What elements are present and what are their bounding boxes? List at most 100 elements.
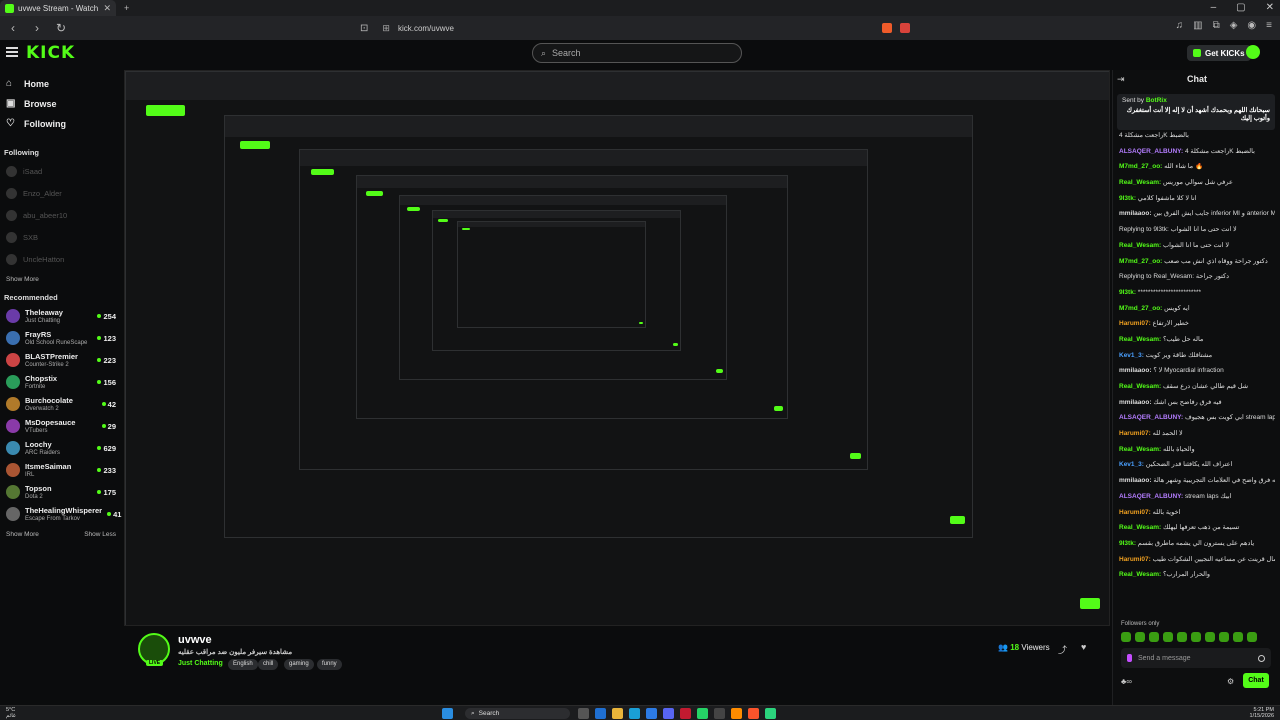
chat-send-button[interactable]: Chat bbox=[1243, 673, 1269, 688]
chat-username[interactable]: Harumi07: bbox=[1119, 320, 1151, 327]
chat-username[interactable]: Harumi07: bbox=[1119, 509, 1151, 516]
emote-icon[interactable] bbox=[1233, 632, 1243, 642]
chat-username[interactable]: mmilaaoo: bbox=[1119, 477, 1152, 484]
chat-message[interactable]: Harumi07: أسأل قرينت عن مساعيه النجيين ا… bbox=[1119, 556, 1275, 564]
close-window-icon[interactable]: ✕ bbox=[1266, 0, 1274, 16]
chat-username[interactable]: ALSAQER_ALBUNY: bbox=[1119, 148, 1183, 155]
whatsapp-icon[interactable] bbox=[697, 708, 708, 719]
following-item[interactable]: Enzo_Alder bbox=[0, 182, 122, 204]
chat-username[interactable]: mmilaaoo: bbox=[1119, 399, 1152, 406]
chat-message[interactable]: mmilaaoo: فيه فرق واضح في العلامات التجر… bbox=[1119, 477, 1275, 485]
sidebar-item-browse[interactable]: ▣ Browse bbox=[0, 94, 122, 114]
emote-icon[interactable] bbox=[1163, 632, 1173, 642]
chat-message[interactable]: Kev1_3: مشتاقلك طاقة وير كويت bbox=[1119, 352, 1275, 360]
chat-username[interactable]: Harumi07: bbox=[1119, 430, 1151, 437]
chat-username[interactable]: Real_Wesam: bbox=[1119, 383, 1161, 390]
emote-icon[interactable] bbox=[1149, 632, 1159, 642]
chat-message[interactable]: mmilaaoo: فيه فرق رفاضح بس اشك bbox=[1119, 399, 1275, 407]
chat-username[interactable]: ALSAQER_ALBUNY: bbox=[1119, 493, 1183, 500]
chat-username[interactable]: 9l3tk: bbox=[1119, 195, 1136, 202]
chat-username[interactable]: Real_Wesam: bbox=[1119, 179, 1161, 186]
chat-username[interactable]: mmilaaoo: bbox=[1119, 367, 1152, 374]
show-less-button[interactable]: Show Less bbox=[84, 531, 116, 538]
search-input[interactable]: ⌕ Search bbox=[532, 43, 742, 63]
follow-icon[interactable]: ♥ bbox=[1081, 642, 1086, 652]
close-tab-icon[interactable]: ✕ bbox=[103, 0, 111, 16]
following-item[interactable]: iSaad bbox=[0, 160, 122, 182]
chat-username[interactable]: Real_Wesam: bbox=[1119, 446, 1161, 453]
recommended-item[interactable]: Chopstix Fortnite 156 bbox=[0, 371, 122, 393]
steam-icon[interactable] bbox=[714, 708, 725, 719]
show-more-button[interactable]: Show More bbox=[6, 276, 39, 283]
pinned-user[interactable]: BotRix bbox=[1146, 97, 1167, 104]
file-explorer-icon[interactable] bbox=[612, 708, 623, 719]
emote-icon[interactable] bbox=[1135, 632, 1145, 642]
sidebar-item-home[interactable]: ⌂ Home bbox=[0, 74, 122, 94]
chat-message[interactable]: Real_Wesam: والحياة بالله bbox=[1119, 446, 1275, 454]
emote-icon[interactable] bbox=[1121, 632, 1131, 642]
following-item[interactable]: SXB bbox=[0, 226, 122, 248]
brave-icon[interactable] bbox=[748, 708, 759, 719]
new-tab-icon[interactable]: + bbox=[124, 0, 129, 16]
stream-category[interactable]: Just Chatting bbox=[178, 660, 223, 667]
chat-message[interactable]: M7md_27_oo: ما شاء الله 🔥 bbox=[1119, 163, 1275, 171]
following-item[interactable]: abu_abeer10 bbox=[0, 204, 122, 226]
chat-message[interactable]: Harumi07: لا الحمد لله bbox=[1119, 430, 1275, 438]
chat-message[interactable]: mmilaaoo: جايب ايش الفرق بين inferior MI… bbox=[1119, 210, 1275, 218]
menu-icon[interactable]: ≡ bbox=[1266, 20, 1272, 31]
chat-message[interactable]: ALSAQER_ALBUNY: ابي كويت بس هجيوف stream… bbox=[1119, 414, 1275, 422]
media-icon[interactable]: ♫ bbox=[1176, 20, 1184, 31]
edge-icon[interactable] bbox=[629, 708, 640, 719]
chat-message[interactable]: Harumi07: اخوية بالله bbox=[1119, 509, 1275, 517]
chat-message[interactable]: 9l3tk: ************************* bbox=[1119, 289, 1275, 297]
stream-tag[interactable]: chill bbox=[258, 659, 279, 670]
copilot-icon[interactable] bbox=[595, 708, 606, 719]
recommended-item[interactable]: BLASTPremier Counter-Strike 2 223 bbox=[0, 349, 122, 371]
emote-icon[interactable] bbox=[1177, 632, 1187, 642]
chat-message[interactable]: 9l3tk: انا لا كلا ماشفوا كلامي bbox=[1119, 195, 1275, 203]
chat-username[interactable]: Real_Wesam: bbox=[1119, 571, 1161, 578]
chat-message[interactable]: Real_Wesam: لا انت حتى ما انا الشواب bbox=[1119, 242, 1275, 250]
stream-tag[interactable]: gaming bbox=[284, 659, 314, 670]
chat-message[interactable]: Kev1_3: اعتراف الله يكافئنا قدر الضحكين bbox=[1119, 461, 1275, 469]
forward-icon[interactable]: › bbox=[30, 21, 44, 35]
reload-icon[interactable]: ↻ bbox=[54, 21, 68, 35]
chat-message[interactable]: ALSAQER_ALBUNY: stream laps ابيك bbox=[1119, 493, 1275, 501]
chat-username[interactable]: Harumi07: bbox=[1119, 556, 1151, 563]
emote-icon[interactable] bbox=[1191, 632, 1201, 642]
chat-username[interactable]: 9l3tk: bbox=[1119, 540, 1136, 547]
recommended-item[interactable]: ItsmeSaiman IRL 233 bbox=[0, 459, 122, 481]
chat-message[interactable]: M7md_27_oo: دكتور جراحة ووقاه اذي انش مب… bbox=[1119, 258, 1275, 266]
emoji-picker-icon[interactable] bbox=[1258, 654, 1265, 662]
system-tray[interactable]: 5:21 PM 1/15/2026 bbox=[1250, 707, 1274, 719]
streamer-name[interactable]: uvwve bbox=[178, 634, 212, 646]
chat-username[interactable]: Kev1_3: bbox=[1119, 352, 1144, 359]
video-player[interactable] bbox=[124, 70, 1110, 626]
chat-message[interactable]: Real_Wesam: عرفي شل سوالي موريس bbox=[1119, 179, 1275, 187]
chat-username[interactable]: mmilaaoo: bbox=[1119, 210, 1152, 217]
chat-username[interactable]: M7md_27_oo: bbox=[1119, 305, 1162, 312]
recommended-item[interactable]: Theleaway Just Chatting 254 bbox=[0, 305, 122, 327]
opera-icon[interactable] bbox=[680, 708, 691, 719]
back-icon[interactable]: ‹ bbox=[6, 21, 20, 35]
sidebar-item-following[interactable]: ♡ Following bbox=[0, 114, 122, 134]
chat-message[interactable]: راجعت مشكلة 4K بالضبط bbox=[1119, 132, 1275, 140]
chat-message[interactable]: Real_Wesam: شل قيم طالي عشان درع سقف bbox=[1119, 383, 1275, 391]
pinned-message[interactable]: Sent by BotRix سبحانك اللهم وبحمدك أشهد … bbox=[1117, 94, 1275, 130]
chat-username[interactable]: 9l3tk: bbox=[1119, 289, 1136, 296]
chat-message[interactable]: Replying to Real_Wesam: دكتور جراحة bbox=[1119, 273, 1275, 281]
get-kicks-button[interactable]: Get KICKs bbox=[1187, 45, 1251, 61]
stream-tag[interactable]: funny bbox=[317, 659, 342, 670]
emote-icon[interactable] bbox=[1205, 632, 1215, 642]
show-more-button[interactable]: Show More bbox=[6, 531, 39, 538]
emote-icon[interactable] bbox=[1247, 632, 1257, 642]
wallet-icon[interactable]: ◈ bbox=[1230, 20, 1238, 31]
chat-username[interactable]: Real_Wesam: bbox=[1119, 242, 1161, 249]
emote-icon[interactable] bbox=[1219, 632, 1229, 642]
kick-app-icon[interactable] bbox=[765, 708, 776, 719]
discord-icon[interactable] bbox=[663, 708, 674, 719]
recommended-item[interactable]: Loochy ARC Raiders 629 bbox=[0, 437, 122, 459]
bookmark-icon[interactable]: ⊡ bbox=[360, 23, 368, 34]
chat-username[interactable]: Real_Wesam: bbox=[1119, 524, 1161, 531]
chat-username[interactable]: M7md_27_oo: bbox=[1119, 163, 1162, 170]
